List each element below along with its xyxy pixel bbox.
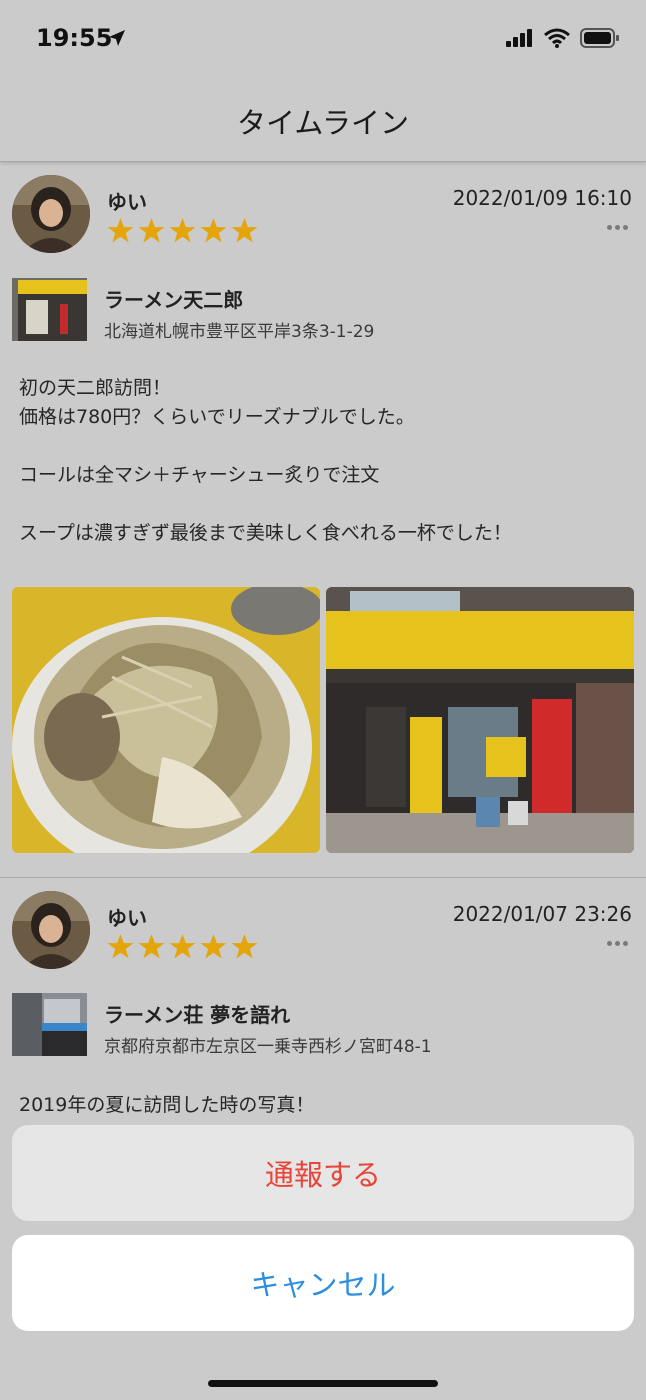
post-text-line (19, 432, 629, 461)
star-icon (169, 218, 196, 243)
more-options-icon[interactable] (607, 225, 628, 230)
star-icon (107, 218, 134, 243)
star-icon (200, 218, 227, 243)
star-icon (107, 934, 134, 959)
post-text-line: 初の天二郎訪問！ (19, 377, 172, 399)
star-icon (231, 934, 258, 959)
star-icon (138, 218, 165, 243)
post-date: 2022/01/09 16:10 (452, 186, 632, 210)
more-options-icon[interactable] (607, 941, 628, 946)
user-name[interactable]: ゆい (107, 186, 147, 215)
user-name[interactable]: ゆい (107, 902, 147, 931)
battery-icon (580, 28, 619, 48)
shop-thumbnail[interactable] (12, 278, 87, 341)
cancel-button[interactable]: キャンセル (12, 1235, 634, 1331)
rating-stars (107, 217, 258, 244)
report-button-label: 通報する (264, 1158, 381, 1192)
post-divider (0, 877, 646, 878)
rating-stars (107, 933, 258, 960)
post-text-line: コールは全マシ＋チャーシュー炙りで注文 (19, 464, 380, 486)
shop-name[interactable]: ラーメン天二郎 (104, 284, 243, 313)
post-text-line: 価格は780円？くらいでリーズナブルでした。 (19, 406, 415, 428)
shop-name[interactable]: ラーメン荘 夢を語れ (104, 999, 290, 1028)
report-button[interactable]: 通報する (12, 1125, 634, 1221)
home-indicator[interactable] (208, 1380, 438, 1387)
status-time: 19:55 (36, 24, 113, 52)
status-indicators (506, 28, 620, 48)
post-body: 初の天二郎訪問！ 価格は780円？くらいでリーズナブルでした。 コールは全マシ＋… (19, 374, 629, 548)
cellular-signal-icon (506, 29, 532, 47)
shop-front-photo[interactable] (326, 587, 634, 853)
avatar[interactable] (12, 175, 90, 253)
status-bar: 19:55 (0, 0, 646, 80)
wifi-icon (544, 28, 570, 48)
avatar[interactable] (12, 891, 90, 969)
cancel-button-label: キャンセル (250, 1268, 396, 1302)
shop-address: 京都府京都市左京区一乗寺西杉ノ宮町48-1 (104, 1037, 432, 1057)
post-date: 2022/01/07 23:26 (452, 902, 632, 926)
shop-address: 北海道札幌市豊平区平岸3条3-1-29 (104, 322, 375, 342)
post-body: 2019年の夏に訪問した時の写真！ (19, 1091, 629, 1120)
post-text-line: スープは濃すぎず最後まで美味しく食べれる一杯でした！ (19, 522, 512, 544)
page-title: タイムライン (237, 106, 409, 140)
star-icon (138, 934, 165, 959)
ramen-bowl-photo[interactable] (12, 587, 320, 853)
star-icon (200, 934, 227, 959)
location-arrow-icon (109, 30, 125, 46)
navigation-bar: タイムライン (0, 80, 646, 162)
shop-thumbnail[interactable] (12, 993, 87, 1056)
post-text-line (19, 490, 629, 519)
post-text-line: 2019年の夏に訪問した時の写真！ (19, 1094, 315, 1116)
star-icon (231, 218, 258, 243)
star-icon (169, 934, 196, 959)
